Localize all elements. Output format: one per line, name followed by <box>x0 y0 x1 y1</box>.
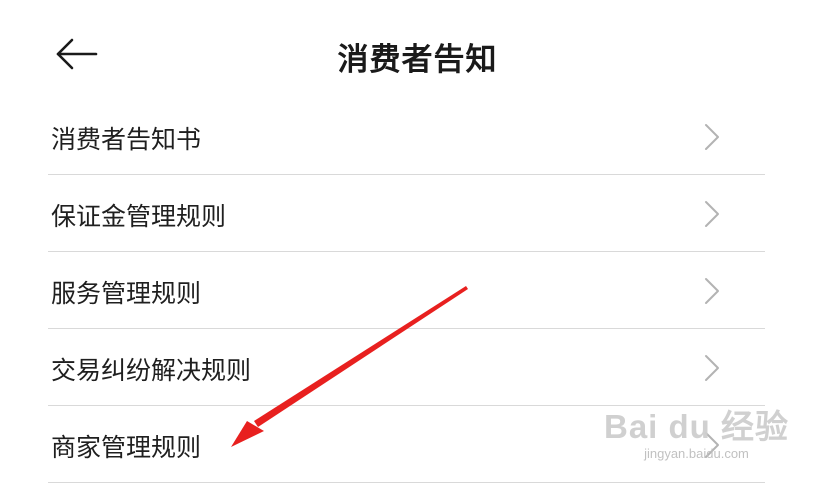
chevron-right-icon <box>703 199 721 229</box>
list-item-label: 保证金管理规则 <box>51 202 227 231</box>
list-item-dispute-rules[interactable]: 交易纠纷解决规则 <box>48 329 765 406</box>
top-bar: 消费者告知 <box>0 0 835 110</box>
list-item-label: 交易纠纷解决规则 <box>51 356 252 385</box>
page-title: 消费者告知 <box>337 42 498 78</box>
watermark-url: jingyan.baidu.com <box>644 446 749 461</box>
watermark-brand: Bai du 经验 <box>603 408 789 445</box>
baidu-jingyan-watermark: Bai du 经验 jingyan.baidu.com <box>604 400 789 461</box>
list-item-service-rules[interactable]: 服务管理规则 <box>48 252 765 329</box>
consumer-notice-screen: 消费者告知 消费者告知书 保证金管理规则 服务管理规则 交易纠纷解决规则 商家管… <box>0 0 835 493</box>
list-item-label: 商家管理规则 <box>51 433 202 462</box>
list-item-label: 消费者告知书 <box>51 125 202 154</box>
list-item-consumer-notice[interactable]: 消费者告知书 <box>48 98 765 175</box>
list-item-label: 服务管理规则 <box>51 279 202 308</box>
chevron-right-icon <box>703 122 721 152</box>
chevron-right-icon <box>703 353 721 383</box>
list-item-deposit-rules[interactable]: 保证金管理规则 <box>48 175 765 252</box>
chevron-right-icon <box>703 276 721 306</box>
